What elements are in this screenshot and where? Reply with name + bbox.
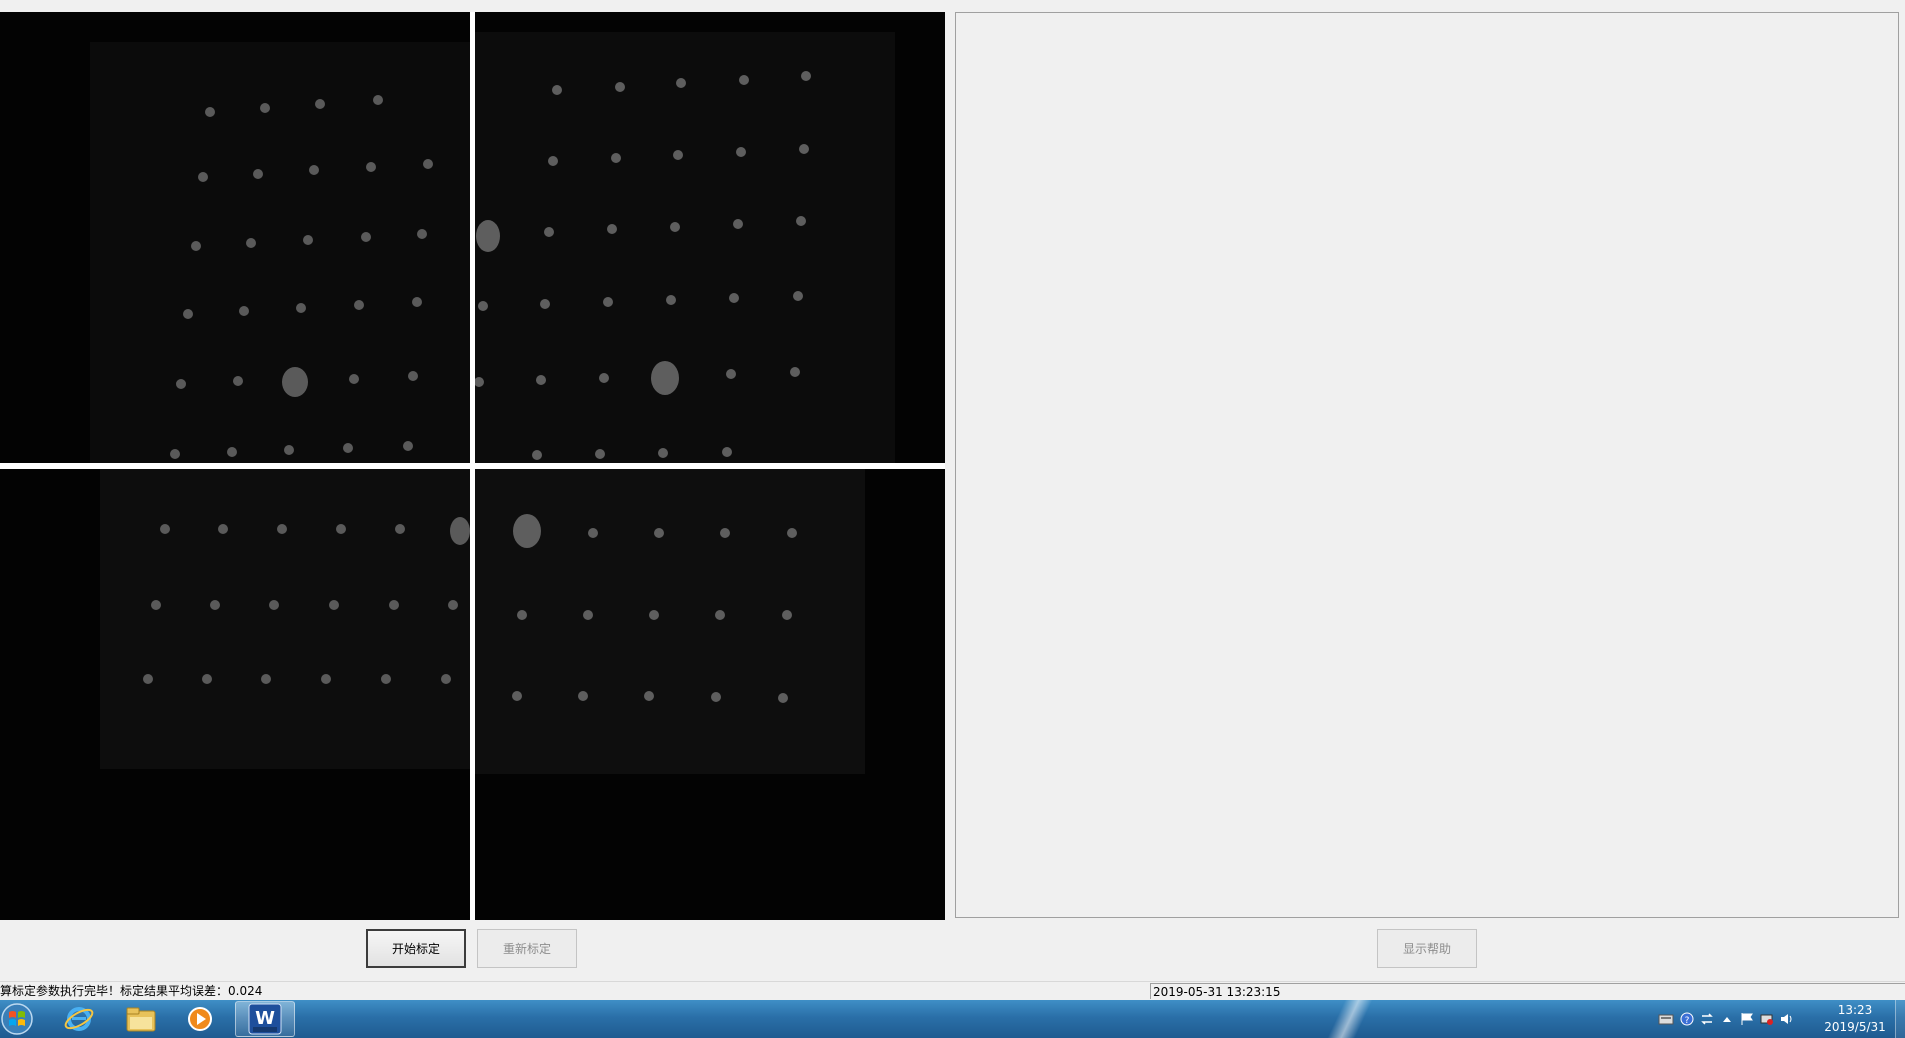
volume-icon[interactable]: [1779, 1012, 1795, 1026]
taskbar-media-player[interactable]: [173, 1001, 227, 1037]
status-bar: 计算标定参数执行完毕！标定结果平均误差：0.024 2019-05-31 13:…: [0, 981, 1905, 1000]
camera-grid: [0, 12, 945, 920]
camera-view-1[interactable]: [0, 12, 470, 463]
system-tray: ? 13:23 2019/5/31: [1655, 1000, 1905, 1038]
clock-date: 2019/5/31: [1824, 1020, 1886, 1034]
window-top-strip: [0, 0, 1905, 10]
help-icon[interactable]: ?: [1679, 1012, 1695, 1026]
show-help-button[interactable]: 显示帮助: [1377, 929, 1477, 968]
recalibrate-button[interactable]: 重新标定: [477, 929, 577, 968]
calibration-board-image: [475, 12, 945, 463]
result-panel: [955, 12, 1899, 918]
taskbar-wps-writer[interactable]: W: [235, 1001, 295, 1037]
action-center-flag-icon[interactable]: [1739, 1012, 1755, 1026]
status-message: 计算标定参数执行完毕！标定结果平均误差：0.024: [0, 984, 263, 998]
camera-view-2[interactable]: [475, 12, 945, 463]
camera-view-3[interactable]: [0, 469, 470, 920]
taskbar-internet-explorer[interactable]: [52, 1001, 106, 1037]
clock-time: 13:23: [1837, 1003, 1873, 1017]
wps-writer-icon: W: [248, 1003, 282, 1035]
svg-text:?: ?: [1685, 1016, 1690, 1026]
taskbar-clock[interactable]: 13:23 2019/5/31: [1815, 1002, 1895, 1036]
calibration-board-image: [0, 469, 470, 920]
windows-logo-icon: [1, 1003, 33, 1035]
show-hidden-icons-icon[interactable]: [1719, 1012, 1735, 1026]
camera-view-4[interactable]: [475, 469, 945, 920]
calibration-board-image: [0, 12, 470, 463]
keyboard-icon[interactable]: [1658, 1012, 1674, 1026]
calibration-board-image: [475, 469, 945, 920]
taskbar-glare: [1290, 1000, 1410, 1038]
start-button[interactable]: [0, 1002, 38, 1036]
show-desktop-button[interactable]: [1895, 1000, 1905, 1038]
folder-icon: [126, 1007, 156, 1032]
windows-taskbar: W ? 13:23 2019/5/31: [0, 1000, 1905, 1038]
start-calibration-button[interactable]: 开始标定: [366, 929, 466, 968]
internet-explorer-icon: [64, 1007, 94, 1031]
wps-letter: W: [255, 1008, 275, 1029]
status-timestamp: 2019-05-31 13:23:15: [1150, 983, 1905, 999]
sync-icon[interactable]: [1699, 1012, 1715, 1026]
media-player-icon: [188, 1007, 212, 1031]
taskbar-file-explorer[interactable]: [114, 1001, 168, 1037]
network-icon[interactable]: [1759, 1012, 1775, 1026]
